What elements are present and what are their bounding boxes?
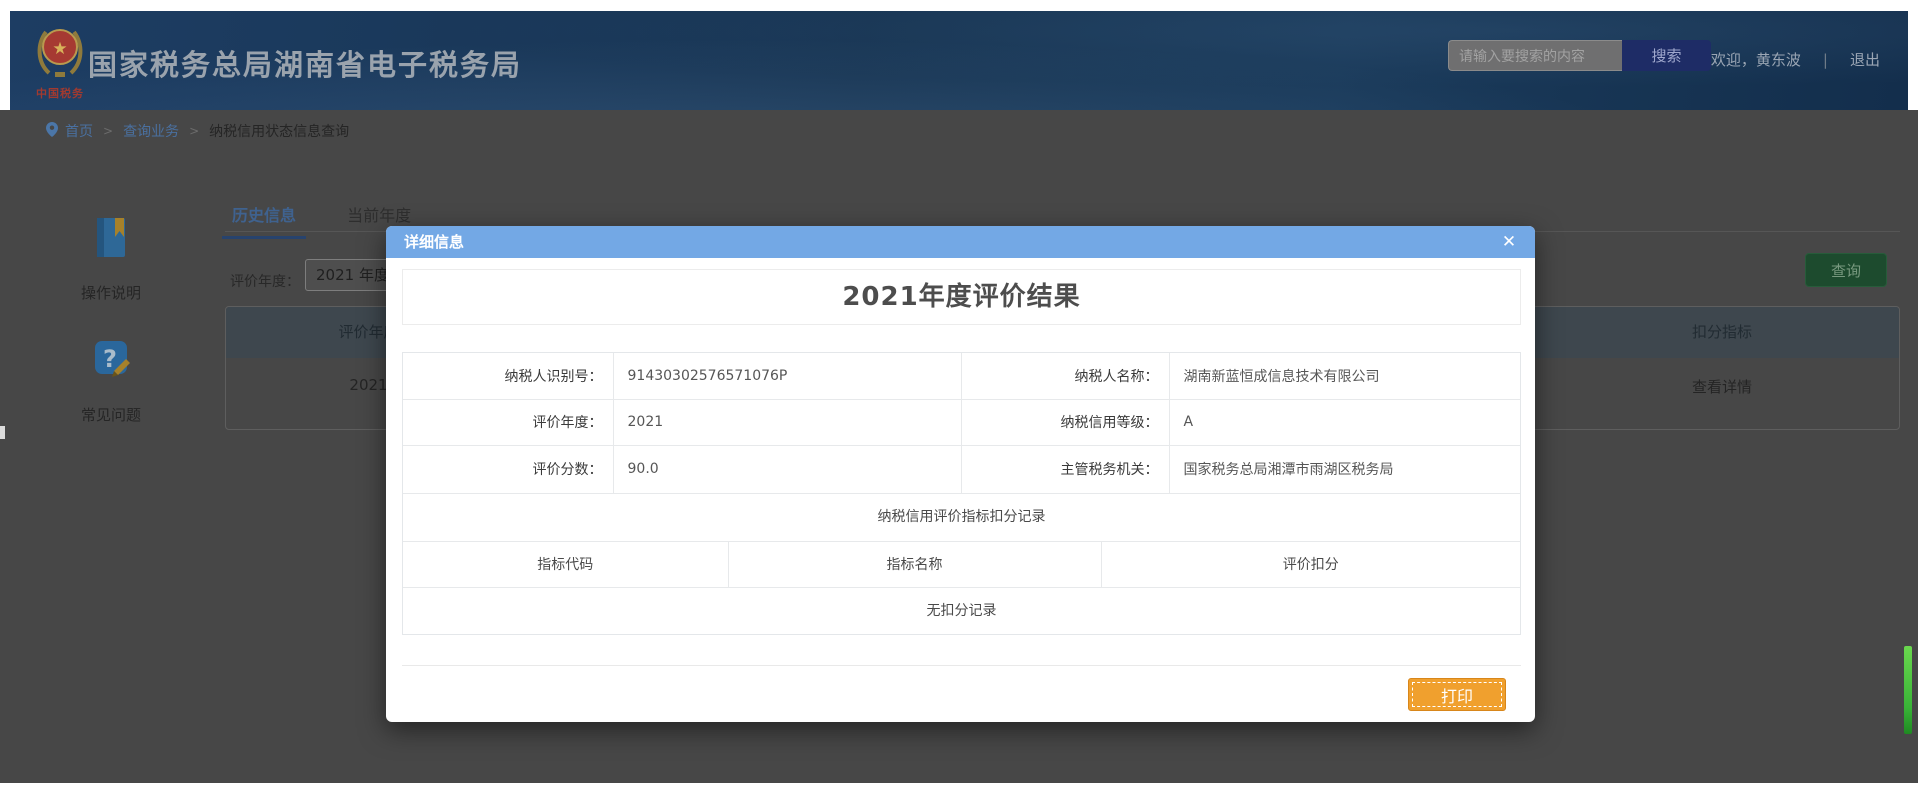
breadcrumb: 首页 > 查询业务 > 纳税信用状态信息查询	[46, 123, 349, 139]
app-header: ★ 中国税务 国家税务总局湖南省电子税务局 搜索 欢迎，黄东波 | 退出	[10, 11, 1908, 110]
eval-year-label: 评价年度：	[403, 399, 613, 445]
print-button[interactable]: 打印	[1408, 678, 1506, 711]
breadcrumb-separator: >	[189, 124, 199, 138]
credit-level-value: A	[1169, 399, 1520, 445]
header-user-area: 欢迎，黄东波 | 退出	[1703, 49, 1888, 70]
svg-text:?: ?	[103, 345, 117, 373]
faq-question-icon: ?	[91, 336, 131, 382]
breadcrumb-section[interactable]: 查询业务	[123, 121, 179, 141]
year-filter-label: 评价年度：	[230, 271, 300, 291]
logo-caption: 中国税务	[30, 85, 90, 101]
sidebar-item-instructions[interactable]: 操作说明	[51, 214, 171, 303]
column-indicator-code: 指标代码	[403, 542, 728, 588]
deduction-section-header: 纳税信用评价指标扣分记录	[403, 494, 1520, 542]
result-title: 2021年度评价结果	[402, 269, 1521, 325]
tab-history-info[interactable]: 历史信息	[232, 202, 296, 226]
tax-emblem-icon: ★	[34, 20, 86, 80]
tax-authority-label: 主管税务机关：	[961, 445, 1169, 493]
taxpayer-id-label: 纳税人识别号：	[403, 353, 613, 399]
location-pin-icon	[46, 122, 58, 141]
left-edge-artifact	[0, 426, 5, 439]
query-button[interactable]: 查询	[1805, 253, 1887, 287]
breadcrumb-separator: >	[103, 124, 113, 138]
search-input[interactable]	[1448, 40, 1622, 71]
manual-book-icon	[91, 214, 131, 260]
modal-body: 2021年度评价结果 纳税人识别号： 91430302576571076P 纳税…	[386, 258, 1535, 722]
svg-text:★: ★	[52, 39, 67, 59]
tax-authority-value: 国家税务总局湘潭市雨湖区税务局	[1169, 445, 1520, 493]
sidebar-item-label: 常见问题	[51, 404, 171, 425]
breadcrumb-home[interactable]: 首页	[65, 121, 93, 141]
no-deduction-record-text: 无扣分记录	[403, 588, 1520, 634]
close-icon[interactable]: ✕	[1497, 226, 1521, 258]
header-search: 搜索	[1448, 40, 1711, 71]
tab-current-year[interactable]: 当前年度	[347, 202, 411, 226]
eval-year-value: 2021	[613, 399, 961, 445]
view-details-link[interactable]: 查看详情	[1545, 358, 1899, 429]
taxpayer-name-label: 纳税人名称：	[961, 353, 1169, 399]
modal-header: 详细信息 ✕	[386, 226, 1535, 258]
welcome-text: 欢迎，黄东波	[1711, 51, 1801, 69]
table-row: 评价年度： 2021 纳税信用等级： A	[403, 399, 1520, 445]
column-indicator-name: 指标名称	[728, 542, 1101, 588]
site-title: 国家税务总局湖南省电子税务局	[88, 42, 522, 84]
sidebar-item-label: 操作说明	[51, 282, 171, 303]
screen: ★ 中国税务 国家税务总局湖南省电子税务局 搜索 欢迎，黄东波 | 退出 首页 > …	[0, 0, 1918, 805]
credit-level-label: 纳税信用等级：	[961, 399, 1169, 445]
side-scroll-indicator[interactable]	[1904, 646, 1912, 734]
column-header-indicator: 扣分指标	[1545, 307, 1899, 358]
tab-bar: 历史信息 当前年度	[232, 202, 411, 226]
logout-link[interactable]: 退出	[1850, 51, 1880, 69]
table-row: 纳税人识别号： 91430302576571076P 纳税人名称： 湖南新蓝恒成…	[403, 353, 1520, 399]
table-row: 指标代码 指标名称 评价扣分	[403, 542, 1520, 588]
sidebar-item-faq[interactable]: ? 常见问题	[51, 336, 171, 425]
taxpayer-name-value: 湖南新蓝恒成信息技术有限公司	[1169, 353, 1520, 399]
header-divider: |	[1823, 51, 1828, 69]
evaluation-detail-table: 纳税人识别号： 91430302576571076P 纳税人名称： 湖南新蓝恒成…	[402, 352, 1521, 635]
eval-score-value: 90.0	[613, 445, 961, 493]
column-eval-deduction: 评价扣分	[1101, 542, 1520, 588]
tax-bureau-logo: ★ 中国税务	[30, 20, 90, 101]
eval-score-label: 评价分数：	[403, 445, 613, 493]
footer-divider	[402, 665, 1521, 666]
modal-title: 详细信息	[404, 233, 464, 251]
search-button[interactable]: 搜索	[1622, 40, 1711, 71]
table-row: 评价分数： 90.0 主管税务机关： 国家税务总局湘潭市雨湖区税务局	[403, 445, 1520, 493]
taxpayer-id-value: 91430302576571076P	[613, 353, 961, 399]
detail-modal: 详细信息 ✕ 2021年度评价结果 纳税人识别号： 91430302576571…	[386, 226, 1535, 722]
breadcrumb-current: 纳税信用状态信息查询	[209, 121, 349, 141]
